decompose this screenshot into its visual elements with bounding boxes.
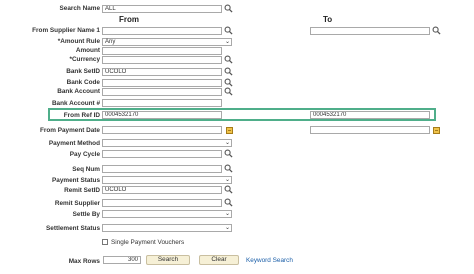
settle-by-select[interactable]: ⌄: [102, 210, 232, 218]
chevron-down-icon: ⌄: [224, 177, 230, 183]
to-ref-id-input[interactable]: 0004532170: [310, 111, 430, 119]
chevron-down-icon: ⌄: [224, 140, 230, 146]
settlement-status-select[interactable]: ⌄: [102, 224, 232, 232]
pay-cycle-lookup-icon[interactable]: [224, 149, 233, 158]
settlement-status-label: Settlement Status: [46, 225, 100, 232]
bank-setid-label: Bank SetID: [66, 68, 100, 75]
max-rows-label: Max Rows: [68, 258, 100, 265]
from-column-header: From: [119, 15, 139, 24]
to-supplier-name-input[interactable]: [310, 27, 430, 35]
amount-input[interactable]: [102, 47, 222, 55]
currency-lookup-icon[interactable]: [224, 55, 233, 64]
seq-num-input[interactable]: [102, 165, 222, 173]
payment-method-select[interactable]: ⌄: [102, 139, 232, 147]
amount-label: Amount: [75, 47, 100, 54]
clear-button[interactable]: Clear: [199, 255, 239, 265]
from-payment-date-calendar-icon[interactable]: [226, 127, 233, 134]
bank-setid-lookup-icon[interactable]: [224, 67, 233, 76]
single-payment-vouchers-label: Single Payment Vouchers: [111, 239, 185, 246]
chevron-down-icon: ⌄: [224, 39, 230, 45]
search-name-input[interactable]: ALL: [102, 5, 222, 13]
max-rows-input[interactable]: 300: [103, 256, 141, 264]
remit-setid-lookup-icon[interactable]: [224, 185, 233, 194]
pay-cycle-input[interactable]: [102, 150, 222, 158]
bank-code-input[interactable]: [102, 79, 222, 87]
from-ref-id-input[interactable]: 0004532170: [102, 111, 222, 119]
amount-rule-value: Any: [105, 39, 116, 45]
settle-by-label: Settle By: [72, 211, 100, 218]
to-column-header: To: [323, 15, 333, 24]
payment-method-label: Payment Method: [48, 140, 100, 147]
bank-account-input[interactable]: [102, 88, 222, 96]
from-payment-date-label: From Payment Date: [39, 127, 100, 134]
search-button[interactable]: Search: [146, 255, 190, 265]
bank-account-label: Bank Account: [57, 88, 100, 95]
from-supplier-name-input[interactable]: [102, 27, 222, 35]
bank-code-lookup-icon[interactable]: [224, 78, 233, 87]
from-ref-id-label: From Ref ID: [63, 112, 100, 119]
chevron-down-icon: ⌄: [224, 225, 230, 231]
bank-account-number-label: Bank Account #: [51, 100, 100, 107]
chevron-down-icon: ⌄: [224, 211, 230, 217]
bank-setid-input[interactable]: UCOLO: [102, 68, 222, 76]
seq-num-label: Seq Num: [72, 166, 100, 173]
amount-rule-label: *Amount Rule: [57, 38, 100, 45]
seq-num-lookup-icon[interactable]: [224, 164, 233, 173]
bank-code-label: Bank Code: [66, 79, 100, 86]
payment-status-select[interactable]: ⌄: [102, 176, 232, 184]
remit-supplier-label: Remit Supplier: [54, 200, 100, 207]
to-payment-date-calendar-icon[interactable]: [433, 127, 440, 134]
remit-supplier-lookup-icon[interactable]: [224, 198, 233, 207]
remit-setid-label: Remit SetID: [64, 187, 100, 194]
bank-account-lookup-icon[interactable]: [224, 87, 233, 96]
from-supplier-name-label: From Supplier Name 1: [32, 27, 100, 34]
from-supplier-lookup-icon[interactable]: [224, 26, 233, 35]
keyword-search-link[interactable]: Keyword Search: [246, 257, 293, 264]
currency-label: *Currency: [69, 56, 100, 63]
payment-status-label: Payment Status: [52, 177, 100, 184]
remit-supplier-input[interactable]: [102, 199, 222, 207]
pay-cycle-label: Pay Cycle: [69, 151, 100, 158]
amount-rule-select[interactable]: Any ⌄: [102, 38, 232, 46]
from-payment-date-input[interactable]: [102, 126, 222, 134]
search-name-label: Search Name: [59, 5, 101, 12]
to-supplier-lookup-icon[interactable]: [432, 26, 441, 35]
search-name-lookup-icon[interactable]: [224, 4, 233, 13]
single-payment-vouchers-checkbox[interactable]: [102, 239, 108, 245]
to-payment-date-input[interactable]: [310, 126, 430, 134]
currency-input[interactable]: [102, 56, 222, 64]
bank-account-number-input[interactable]: [102, 99, 222, 107]
remit-setid-input[interactable]: UCOLO: [102, 186, 222, 194]
